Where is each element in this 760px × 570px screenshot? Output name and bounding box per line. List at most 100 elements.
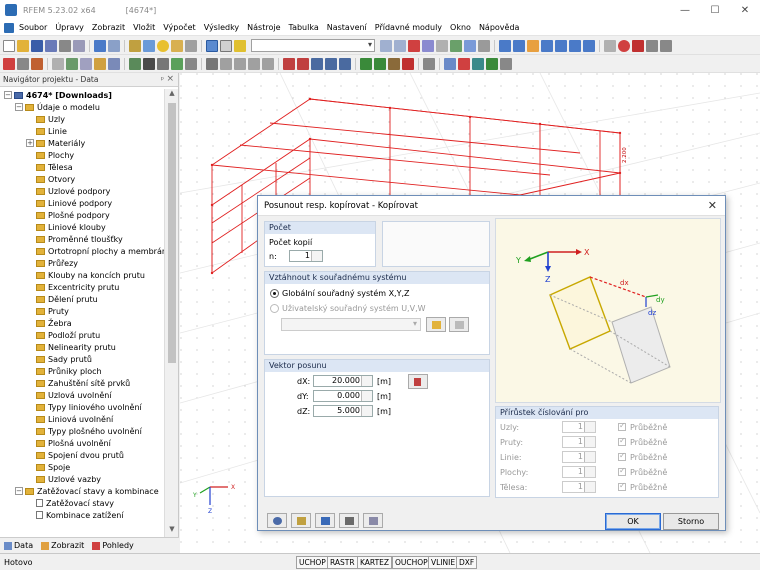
render-icon[interactable] (171, 39, 183, 52)
close-icon[interactable]: ✕ (730, 0, 760, 20)
view-z-icon[interactable] (541, 39, 553, 52)
member-create-icon[interactable] (31, 57, 43, 70)
line-icon[interactable] (478, 39, 490, 52)
tree-item[interactable]: Zatěžovací stavy (0, 497, 164, 509)
dim-icon[interactable] (220, 57, 232, 70)
view-top-icon[interactable] (555, 39, 567, 52)
collapse-icon[interactable]: − (4, 91, 12, 99)
pick-vector-button[interactable] (408, 374, 428, 389)
scroll-up-icon[interactable]: ▲ (165, 89, 179, 101)
mesh-icon[interactable] (143, 57, 155, 70)
tree-item[interactable]: Kombinace zatížení (0, 509, 164, 521)
collapse-icon[interactable]: − (15, 487, 23, 495)
section-icon[interactable] (604, 39, 616, 52)
tree-item[interactable]: Průřezy (0, 257, 164, 269)
result-e-icon[interactable] (339, 57, 351, 70)
view-x-icon[interactable] (513, 39, 525, 52)
dy-spinner[interactable]: 0.000 (313, 390, 373, 402)
tree-item[interactable]: Nelinearity prutu (0, 341, 164, 353)
axis-icon[interactable] (444, 57, 456, 70)
menu-file[interactable]: Soubor (15, 23, 51, 32)
menu-tools[interactable]: Nástroje (243, 23, 284, 32)
hinge-icon[interactable] (80, 57, 92, 70)
tree-item[interactable]: Dělení prutu (0, 293, 164, 305)
help-button[interactable] (267, 513, 287, 528)
tree-item[interactable]: Uzlové podpory (0, 185, 164, 197)
numbering-spinner[interactable]: 1 (562, 466, 596, 478)
menu-view[interactable]: Zobrazit (88, 23, 129, 32)
grid-icon[interactable] (185, 57, 197, 70)
table-icon[interactable] (206, 39, 218, 52)
maximize-icon[interactable]: ☐ (700, 0, 730, 20)
tree-item[interactable]: Liniová uvolnění (0, 413, 164, 425)
copy-icon[interactable] (108, 57, 120, 70)
continuous-checkbox[interactable] (618, 466, 626, 476)
tree-item[interactable]: Plochy (0, 149, 164, 161)
sun-icon[interactable] (157, 39, 169, 52)
tree-item[interactable]: Průniky ploch (0, 365, 164, 377)
expand-icon[interactable]: + (26, 139, 34, 147)
toggle-cartesian[interactable]: KARTEZ (357, 556, 393, 569)
result-d-icon[interactable] (325, 57, 337, 70)
tree-item[interactable]: Plošné podpory (0, 209, 164, 221)
new-icon[interactable] (3, 39, 15, 52)
results-icon[interactable] (408, 39, 420, 52)
navigator-scrollbar[interactable]: ▲ ▼ (164, 89, 178, 537)
tree-item[interactable]: Podloží prutu (0, 329, 164, 341)
tree-item[interactable]: + Materiály (0, 137, 164, 149)
design-c-icon[interactable] (388, 57, 400, 70)
tree-item[interactable]: Sady prutů (0, 353, 164, 365)
numbering-spinner[interactable]: 1 (562, 481, 596, 493)
tools-icon[interactable] (646, 39, 658, 52)
numbering-spinner[interactable]: 1 (562, 421, 596, 433)
tree-item[interactable]: Plošná uvolnění (0, 437, 164, 449)
more2-icon[interactable] (500, 57, 512, 70)
toggle-snap[interactable]: UCHOP (296, 556, 329, 569)
guide-icon[interactable] (262, 57, 274, 70)
line-create-icon[interactable] (17, 57, 29, 70)
panel-icon[interactable] (220, 39, 232, 52)
calc-icon[interactable] (422, 39, 434, 52)
ok-button[interactable]: OK (605, 513, 661, 530)
display-icon[interactable] (157, 57, 169, 70)
tree-item[interactable]: Uzlové vazby (0, 473, 164, 485)
menu-help[interactable]: Nápověda (475, 23, 524, 32)
print-graphic-icon[interactable] (73, 39, 85, 52)
tree-item[interactable]: Liniové klouby (0, 221, 164, 233)
user-icon[interactable] (234, 39, 246, 52)
snap-icon[interactable] (206, 57, 218, 70)
save-all-icon[interactable] (45, 39, 57, 52)
tree-item[interactable]: − 4674* [Downloads] (0, 89, 164, 101)
tree-item[interactable]: Otvory (0, 173, 164, 185)
arrow-icon[interactable] (472, 57, 484, 70)
prev-icon[interactable] (380, 39, 392, 52)
select-icon[interactable] (618, 39, 630, 52)
menu-insert[interactable]: Vložit (129, 23, 159, 32)
user-system-edit-button[interactable] (449, 317, 469, 332)
global-system-radio[interactable] (270, 289, 279, 298)
tab-data[interactable]: Data (0, 541, 37, 550)
edit-button[interactable] (291, 513, 311, 528)
result-c-icon[interactable] (311, 57, 323, 70)
design-b-icon[interactable] (374, 57, 386, 70)
toggle-object-snap[interactable]: OUCHOP (392, 556, 431, 569)
numbering-spinner[interactable]: 1 (562, 451, 596, 463)
design-a-icon[interactable] (360, 57, 372, 70)
menu-window[interactable]: Okno (446, 23, 475, 32)
tree-item[interactable]: Uzlová uvolnění (0, 389, 164, 401)
node-icon[interactable] (464, 39, 476, 52)
result-b-icon[interactable] (297, 57, 309, 70)
toggle-grid[interactable]: RASTR (327, 556, 358, 569)
tree-item[interactable]: Spojení dvou prutů (0, 449, 164, 461)
tree-item[interactable]: Uzly (0, 113, 164, 125)
pin-icon[interactable]: ᵖ (161, 75, 164, 84)
continuous-checkbox[interactable] (618, 451, 626, 461)
scroll-down-icon[interactable]: ▼ (165, 525, 179, 537)
tree-item[interactable]: Klouby na koncích prutu (0, 269, 164, 281)
coord-icon[interactable] (458, 57, 470, 70)
tab-views[interactable]: Pohledy (88, 541, 137, 550)
minimize-icon[interactable]: — (670, 0, 700, 20)
result-a-icon[interactable] (283, 57, 295, 70)
tree-item[interactable]: Typy plošného uvolnění (0, 425, 164, 437)
tree-item[interactable]: Tělesa (0, 161, 164, 173)
